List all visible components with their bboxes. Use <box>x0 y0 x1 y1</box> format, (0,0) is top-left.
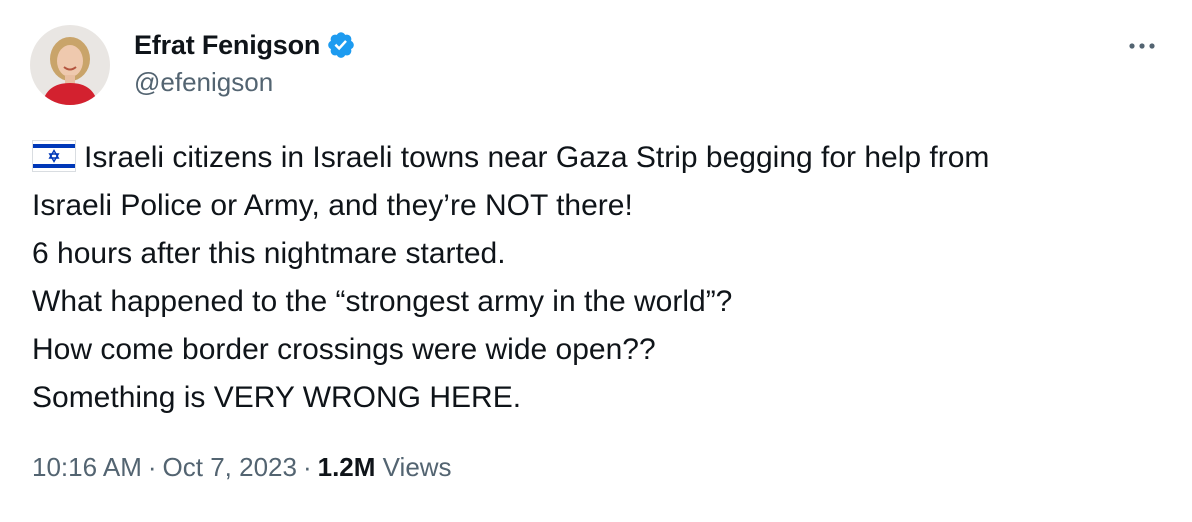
tweet-text: Israeli citizens in Israeli towns near G… <box>32 134 1172 422</box>
tweet-line: 6 hours after this nightmare started. <box>32 237 506 270</box>
tweet-line: How come border crossings were wide open… <box>32 333 656 366</box>
tweet-line: Israeli Police or Army, and they’re NOT … <box>32 189 633 222</box>
tweet-time[interactable]: 10:16 AM <box>32 452 142 482</box>
verified-badge-icon <box>326 30 356 60</box>
tweet-date[interactable]: Oct 7, 2023 <box>163 452 297 482</box>
views-label[interactable]: Views <box>383 452 452 482</box>
tweet-card: Efrat Fenigson @efenigson Israeli citize… <box>0 0 1192 522</box>
author-name-row: Efrat Fenigson <box>134 27 356 63</box>
tweet-line: What happened to the “strongest army in … <box>32 285 733 318</box>
profile-photo-icon <box>30 25 110 105</box>
meta-separator: · <box>302 452 312 482</box>
views-count[interactable]: 1.2M <box>318 452 376 482</box>
author-avatar[interactable] <box>30 25 110 105</box>
author-handle[interactable]: @efenigson <box>134 67 273 98</box>
tweet-meta: 10:16 AM · Oct 7, 2023 · 1.2M Views <box>32 452 452 483</box>
tweet-line: Israeli citizens in Israeli towns near G… <box>32 134 1172 182</box>
more-options-icon[interactable] <box>1124 28 1160 64</box>
meta-separator: · <box>147 452 157 482</box>
tweet-line: Something is VERY WRONG HERE. <box>32 381 522 414</box>
tweet-line-text: Israeli citizens in Israeli towns near G… <box>84 141 990 174</box>
israel-flag-icon <box>32 139 76 172</box>
author-display-name[interactable]: Efrat Fenigson <box>134 30 320 61</box>
